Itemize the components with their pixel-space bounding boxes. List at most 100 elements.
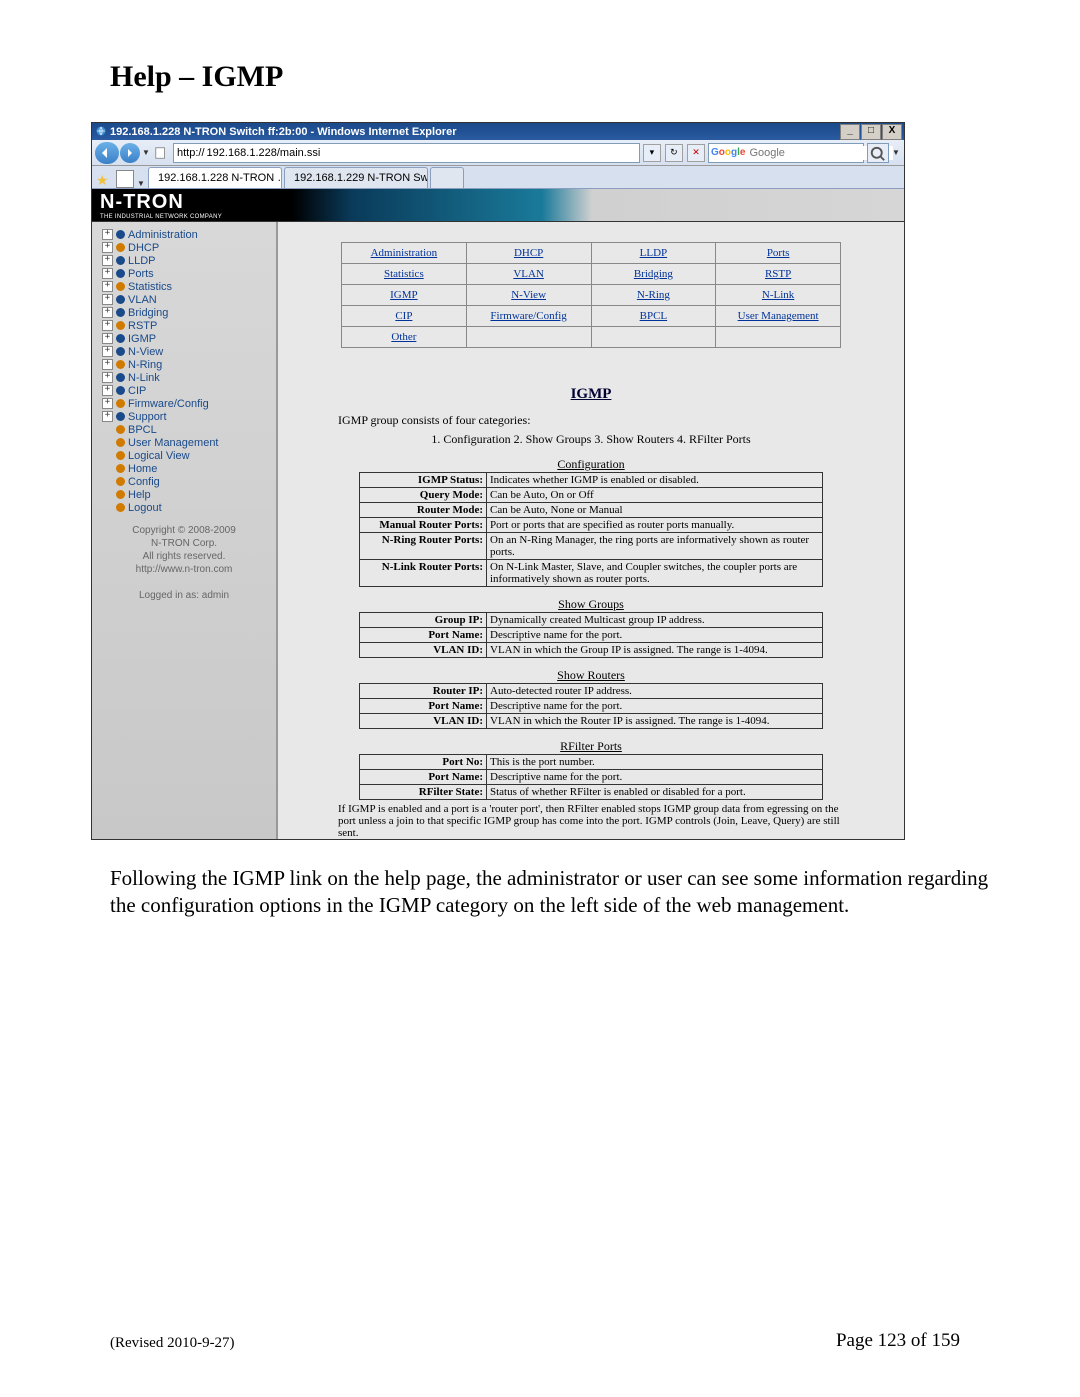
sidebar-item-lldp[interactable]: + LLDP [92,254,276,267]
help-nav-link[interactable]: RSTP [765,268,791,280]
url-input[interactable] [205,146,636,160]
search-button[interactable] [867,143,889,163]
def-value: Status of whether RFilter is enabled or … [487,785,823,800]
expand-icon[interactable]: + [102,281,113,292]
bullet-icon [116,308,125,317]
help-nav-link[interactable]: Administration [371,247,438,259]
help-nav-cell[interactable]: CIP [342,306,467,327]
help-nav-cell[interactable]: Other [342,327,467,348]
sidebar-item-vlan[interactable]: +VLAN [92,293,276,306]
minimize-button[interactable]: _ [840,124,860,140]
sidebar-item-dhcp[interactable]: +DHCP [92,241,276,254]
help-nav-link[interactable]: Statistics [384,268,424,280]
help-nav-cell[interactable]: Firmware/Config [466,306,591,327]
expand-icon[interactable]: + [102,320,113,331]
maximize-button[interactable]: □ [861,124,881,140]
help-nav-link[interactable]: Bridging [634,268,673,280]
expand-icon[interactable]: + [102,372,113,383]
help-nav-link[interactable]: N-View [511,289,546,301]
search-dropdown-icon[interactable]: ▼ [891,148,901,157]
new-tab-button[interactable] [430,167,464,188]
tab-inactive[interactable]: 192.168.1.229 N-TRON Swit... [284,167,428,188]
help-nav-link[interactable]: LLDP [640,247,668,259]
sidebar-item-help[interactable]: Help [92,488,276,501]
expand-icon[interactable]: + [102,359,113,370]
expand-icon[interactable]: + [102,294,113,305]
window-titlebar[interactable]: 192.168.1.228 N-TRON Switch ff:2b:00 - W… [92,123,904,140]
stop-icon[interactable]: ✕ [687,144,705,162]
dropdown-icon[interactable]: ▾ [643,144,661,162]
help-nav-cell[interactable]: LLDP [591,243,716,264]
expand-icon[interactable]: + [102,385,113,396]
quick-tabs-icon[interactable] [116,170,134,188]
help-nav-cell[interactable]: Administration [342,243,467,264]
sidebar-footer: Copyright © 2008-2009 N-TRON Corp. All r… [92,524,276,602]
help-nav-link[interactable]: Ports [767,247,790,259]
expand-icon[interactable]: + [102,242,113,253]
sidebar-item-bpcl[interactable]: BPCL [92,423,276,436]
help-nav-cell[interactable]: Ports [716,243,841,264]
sidebar-label: LLDP [128,255,156,267]
help-nav-cell[interactable]: N-Link [716,285,841,306]
help-nav-cell[interactable]: DHCP [466,243,591,264]
help-nav-link[interactable]: Firmware/Config [490,310,566,322]
help-nav-link[interactable]: VLAN [513,268,544,280]
help-nav-link[interactable]: DHCP [514,247,543,259]
help-nav-cell [466,327,591,348]
sidebar-item-support[interactable]: +Support [92,410,276,423]
bullet-icon [116,399,125,408]
sidebar-item-nlink[interactable]: +N-Link [92,371,276,384]
help-nav-link[interactable]: User Management [738,310,819,322]
sidebar-item-igmp[interactable]: +IGMP [92,332,276,345]
tab-active[interactable]: 192.168.1.228 N-TRON … × [148,167,282,188]
help-nav-link[interactable]: N-Ring [637,289,670,301]
sidebar-item-home[interactable]: Home [92,462,276,475]
sidebar-item-statistics[interactable]: +Statistics [92,280,276,293]
sidebar-item-administration[interactable]: +Administration [92,228,276,241]
favorites-icon[interactable]: ★ [96,172,112,188]
expand-icon[interactable]: + [102,307,113,318]
sidebar-item-usermanagement[interactable]: User Management [92,436,276,449]
expand-icon[interactable]: + [102,255,113,266]
sidebar-item-cip[interactable]: +CIP [92,384,276,397]
expand-icon[interactable]: + [102,411,113,422]
help-nav-link[interactable]: BPCL [640,310,668,322]
sidebar-item-logout[interactable]: Logout [92,501,276,514]
help-nav-link[interactable]: CIP [395,310,412,322]
sidebar-item-nview[interactable]: +N-View [92,345,276,358]
sidebar-item-nring[interactable]: +N-Ring [92,358,276,371]
help-nav-cell[interactable]: User Management [716,306,841,327]
sidebar-item-config[interactable]: Config [92,475,276,488]
expand-icon[interactable]: + [102,333,113,344]
sidebar-item-bridging[interactable]: +Bridging [92,306,276,319]
sidebar-item-ports[interactable]: +Ports [92,267,276,280]
sidebar-item-rstp[interactable]: +RSTP [92,319,276,332]
help-nav-cell[interactable]: RSTP [716,264,841,285]
history-dropdown-icon[interactable]: ▼ [141,148,151,157]
expand-icon[interactable]: + [102,346,113,357]
help-nav-cell[interactable]: N-View [466,285,591,306]
sidebar-item-firmwareconfig[interactable]: +Firmware/Config [92,397,276,410]
help-nav-cell[interactable]: Bridging [591,264,716,285]
tabs-dropdown-icon[interactable]: ▼ [136,179,146,188]
def-value: On N-Link Master, Slave, and Coupler swi… [487,560,823,587]
back-button[interactable] [95,142,119,164]
help-nav-cell[interactable]: BPCL [591,306,716,327]
forward-button[interactable] [120,143,140,163]
help-nav-cell[interactable]: VLAN [466,264,591,285]
definition-table: Group IP:Dynamically created Multicast g… [359,612,823,658]
close-button[interactable]: X [882,124,902,140]
refresh-icon[interactable]: ↻ [665,144,683,162]
expand-icon[interactable]: + [102,398,113,409]
sidebar-item-logicalview[interactable]: Logical View [92,449,276,462]
help-nav-link[interactable]: IGMP [390,289,418,301]
help-nav-link[interactable]: N-Link [762,289,794,301]
expand-icon[interactable]: + [102,229,113,240]
help-nav-cell[interactable]: Statistics [342,264,467,285]
expand-icon[interactable]: + [102,268,113,279]
help-nav-cell[interactable]: N-Ring [591,285,716,306]
help-nav-cell[interactable]: IGMP [342,285,467,306]
address-bar[interactable]: http:// [173,143,640,163]
help-nav-link[interactable]: Other [391,331,416,343]
search-box[interactable]: Google [708,143,864,163]
